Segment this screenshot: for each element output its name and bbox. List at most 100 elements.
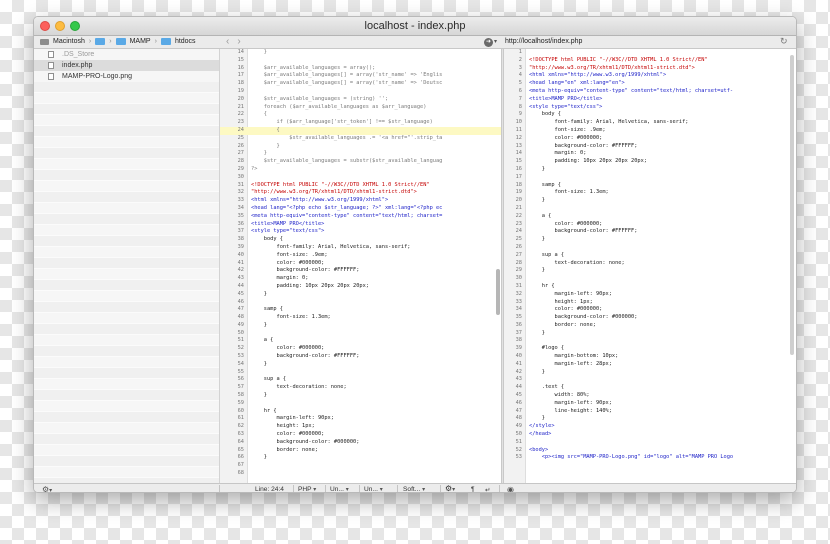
line-number: 49 (515, 423, 522, 430)
breadcrumb-item-macintosh[interactable]: Macintosh (53, 38, 85, 45)
code-text: if ($arr_language['str_token'] !== $str_… (251, 119, 433, 126)
code-line: 56 sup a { (220, 376, 501, 384)
code-text: <html xmlns="http://www.w3.org/1999/xhtm… (529, 72, 667, 79)
line-number: 31 (515, 282, 522, 289)
code-text: padding: 10px 20px 20px 20px; (251, 282, 370, 289)
divider (219, 485, 220, 492)
line-number: 16 (237, 64, 244, 71)
line-number: 38 (237, 236, 244, 243)
return-icon[interactable]: ↵ (485, 486, 491, 492)
encoding-selector[interactable]: Un... ▾ (330, 486, 349, 492)
preview-line: 1 (504, 49, 796, 57)
line-number: 49 (237, 321, 244, 328)
file-item[interactable]: .DS_Store (34, 49, 219, 60)
line-number: 19 (515, 189, 522, 196)
file-item[interactable]: MAMP-PRO-Logo.png (34, 71, 219, 82)
preview-line: 3 "http://www.w3.org/TR/xhtml1/DTD/xhtml1… (504, 65, 796, 73)
show-invisibles-button[interactable]: ¶ (471, 486, 475, 492)
forward-arrow-icon[interactable]: › (237, 36, 248, 47)
chevron-right-icon: › (88, 38, 92, 45)
file-item[interactable]: index.php (34, 60, 219, 71)
chevron-down-icon[interactable]: ▾ (494, 38, 497, 45)
line-number: 20 (237, 95, 244, 102)
file-name: .DS_Store (62, 51, 95, 58)
code-text: a { (529, 212, 552, 219)
code-text: } (529, 415, 545, 422)
line-number: 25 (237, 134, 244, 141)
code-text: color: #000000; (251, 431, 325, 438)
line-endings-selector[interactable]: Un... ▾ (364, 486, 383, 492)
editor-lines: 14 } 15 16 $arr_available_languages = arra… (220, 49, 501, 478)
soft-wrap-label: Soft... (403, 486, 421, 493)
code-line: 61 margin-left: 90px; (220, 415, 501, 423)
breadcrumb-item-mamp[interactable]: MAMP (130, 38, 151, 45)
code-line: 55 (220, 369, 501, 377)
code-line: 17 $arr_available_languages[] = array('s… (220, 72, 501, 80)
go-arrow-icon[interactable]: ➜ (484, 38, 493, 47)
code-line: 65 border: none; (220, 447, 501, 455)
preview-line: 18 samp { (504, 182, 796, 190)
chevron-down-icon: ▾ (422, 487, 426, 493)
folder-icon (115, 38, 126, 45)
syntax-selector[interactable]: PHP ▾ (298, 486, 316, 492)
divider (440, 485, 441, 492)
line-number: 52 (515, 446, 522, 453)
preview-line: 26 (504, 244, 796, 252)
editor-scrollbar[interactable] (496, 269, 500, 315)
preview-scrollbar[interactable] (790, 55, 794, 355)
code-text: background-color: #000000; (529, 314, 638, 321)
line-number: 23 (515, 220, 522, 227)
line-number: 13 (515, 142, 522, 149)
code-line: 28 $str_available_languages = substr($st… (220, 158, 501, 166)
gear-icon[interactable]: ⚙▾ (42, 485, 52, 492)
folder-icon (160, 38, 171, 45)
code-line: 15 (220, 57, 501, 65)
line-number: 37 (237, 228, 244, 235)
code-text: } (529, 267, 545, 274)
file-icon (48, 51, 54, 58)
preview-line: 32 margin-left: 90px; (504, 291, 796, 299)
line-number: 37 (515, 329, 522, 336)
preview-line: 38 (504, 337, 796, 345)
code-line: 34 <head lang="<?php echo $str_language; … (220, 205, 501, 213)
preview-url[interactable]: http://localhost/index.php (505, 38, 582, 45)
line-number: 2 (518, 56, 522, 63)
line-number: 26 (515, 243, 522, 250)
preview-line: 50 </head> (504, 431, 796, 439)
code-editor[interactable]: 14 } 15 16 $arr_available_languages = arra… (220, 49, 501, 483)
breadcrumb-item-htdocs[interactable]: htdocs (175, 38, 196, 45)
line-number: 25 (515, 236, 522, 243)
line-number: 18 (515, 181, 522, 188)
line-number: 42 (515, 368, 522, 375)
divider (325, 485, 326, 492)
line-number: 45 (515, 392, 522, 399)
code-line: 58 } (220, 392, 501, 400)
code-text: background-color: #FFFFFF; (529, 142, 638, 149)
code-line: 20 $str_available_languages = (string) '… (220, 96, 501, 104)
line-number: 17 (237, 72, 244, 79)
code-text: height: 1px; (251, 423, 315, 430)
line-number: 3 (518, 64, 522, 71)
refresh-icon[interactable]: ↻ (780, 36, 788, 47)
preview-line: 20 } (504, 197, 796, 205)
code-text: <!DOCTYPE html PUBLIC "-//W3C//DTD XHTML… (529, 56, 708, 63)
gear-icon[interactable]: ⚙▾ (445, 484, 455, 492)
eye-icon[interactable]: ◉ (507, 485, 514, 492)
code-text: border: none; (251, 446, 318, 453)
code-text: "http://www.w3.org/TR/xhtml1/DTD/xhtml1-… (251, 189, 417, 196)
line-number: 48 (515, 415, 522, 422)
preview-line: 53 <p><img src="MAMP-PRO-Logo.png" id="l… (504, 454, 796, 462)
back-arrow-icon[interactable]: ‹ (226, 36, 237, 47)
soft-wrap-selector[interactable]: Soft... ▾ (403, 486, 426, 493)
preview-line: 41 margin-left: 28px; (504, 361, 796, 369)
cursor-position[interactable]: Line: 24:4 (255, 486, 284, 492)
code-line: 26 } (220, 143, 501, 151)
line-number: 21 (515, 204, 522, 211)
line-number: 41 (515, 360, 522, 367)
code-text: color: #000000; (529, 220, 603, 227)
preview-line: 8 <style type="text/css"> (504, 104, 796, 112)
preview-line: 23 color: #000000; (504, 221, 796, 229)
code-text: margin-bottom: 10px; (529, 353, 619, 360)
line-number: 67 (237, 462, 244, 469)
line-number: 42 (237, 267, 244, 274)
